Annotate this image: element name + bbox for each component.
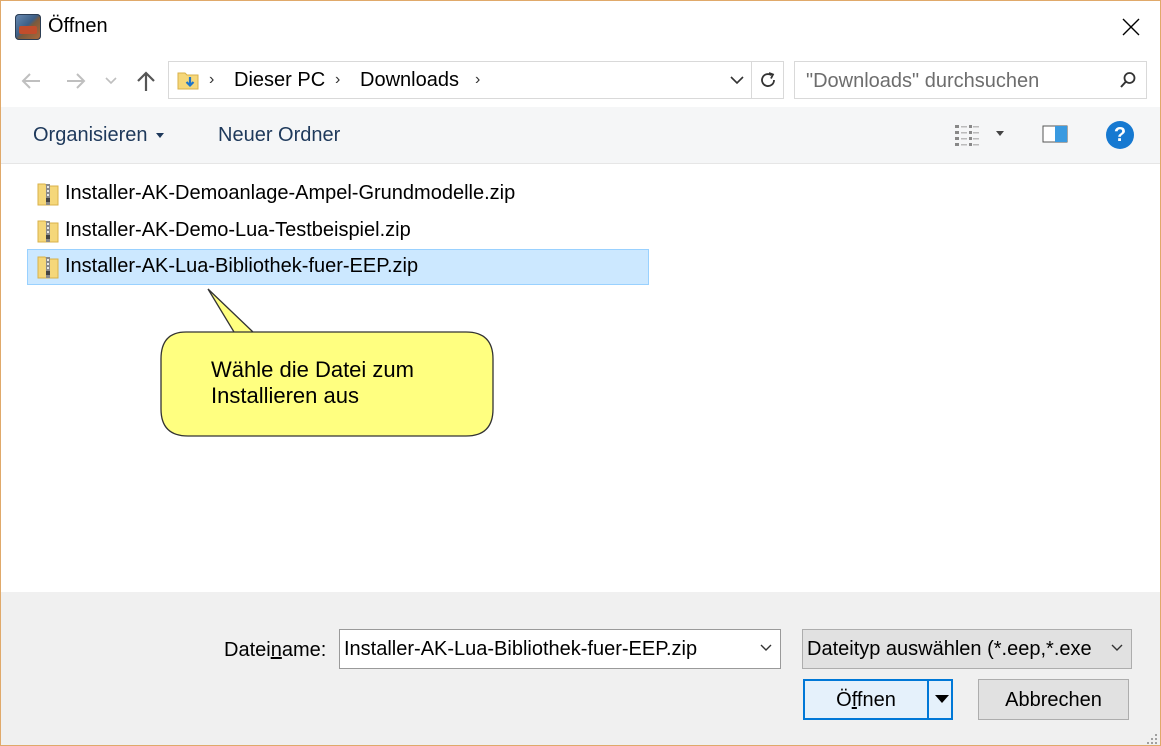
search-icon (1120, 72, 1136, 88)
up-button[interactable] (132, 67, 160, 95)
view-details-icon[interactable] (954, 123, 980, 147)
file-list: Installer-AK-Demoanlage-Ampel-Grundmodel… (1, 164, 1160, 592)
filetype-value: Dateityp auswählen (*.eep,*.exe (807, 638, 1092, 660)
command-toolbar: Organisieren Neuer Ordner ? (1, 107, 1160, 164)
chevron-down-icon (1111, 644, 1123, 651)
refresh-icon (760, 72, 775, 87)
callout-line: Installieren aus (211, 383, 359, 408)
breadcrumb-downloads[interactable]: Downloads (360, 69, 459, 92)
dialog-footer: Dateiname: Installer-AK-Lua-Bibliothek-f… (1, 592, 1160, 745)
chevron-down-icon (105, 77, 117, 85)
split-divider (927, 681, 929, 718)
open-file-dialog: Öffnen › Dieser PC › Downloads › "Downlo… (0, 0, 1161, 746)
arrow-up-icon (137, 71, 155, 91)
callout-text: Wähle die Datei zum Installieren aus (211, 357, 471, 409)
app-icon (15, 14, 41, 40)
new-folder-button[interactable]: Neuer Ordner (218, 124, 340, 147)
cancel-label: Abbrechen (1005, 689, 1102, 711)
recent-locations-button[interactable] (99, 67, 123, 95)
title-bar: Öffnen (1, 1, 1160, 53)
preview-pane-icon[interactable] (1042, 125, 1068, 143)
navigation-bar: › Dieser PC › Downloads › "Downloads" du… (1, 53, 1160, 109)
breadcrumb-separator-icon: › (475, 71, 481, 88)
callout-line: Wähle die Datei zum (211, 357, 414, 382)
breadcrumb-this-pc[interactable]: Dieser PC (234, 69, 325, 92)
open-button[interactable]: Öffnen (803, 679, 953, 720)
callout-bubble (160, 288, 494, 437)
filename-value: Installer-AK-Lua-Bibliothek-fuer-EEP.zip (344, 638, 698, 660)
resize-grip-icon[interactable] (1146, 733, 1158, 745)
arrow-right-icon (67, 73, 86, 89)
filetype-select[interactable]: Dateityp auswählen (*.eep,*.exe (802, 629, 1132, 669)
filename-input[interactable]: Installer-AK-Lua-Bibliothek-fuer-EEP.zip (339, 629, 781, 669)
caret-down-icon (155, 133, 164, 139)
refresh-button[interactable] (751, 62, 783, 98)
arrow-left-icon (21, 73, 40, 89)
help-icon[interactable]: ? (1106, 121, 1134, 149)
caret-down-icon[interactable] (935, 695, 949, 703)
organize-button[interactable]: Organisieren (33, 124, 164, 147)
search-placeholder: "Downloads" durchsuchen (806, 70, 1040, 92)
caret-down-icon[interactable] (996, 131, 1004, 136)
address-bar[interactable]: › Dieser PC › Downloads › (168, 61, 784, 99)
back-button[interactable] (17, 67, 45, 95)
close-button[interactable] (1102, 1, 1160, 53)
chevron-down-icon[interactable] (760, 644, 772, 652)
breadcrumb-separator-icon: › (335, 71, 341, 88)
breadcrumb-separator-icon: › (209, 71, 215, 88)
close-icon (1122, 18, 1140, 36)
open-label: Öffnen (836, 689, 896, 711)
chevron-down-icon[interactable] (725, 70, 749, 90)
downloads-folder-icon (177, 72, 199, 90)
search-box[interactable]: "Downloads" durchsuchen (794, 61, 1147, 99)
filename-label: Dateiname: (224, 639, 327, 661)
dialog-title: Öffnen (48, 15, 108, 37)
cancel-button[interactable]: Abbrechen (978, 679, 1129, 720)
forward-button[interactable] (62, 67, 90, 95)
organize-label: Organisieren (33, 124, 148, 146)
